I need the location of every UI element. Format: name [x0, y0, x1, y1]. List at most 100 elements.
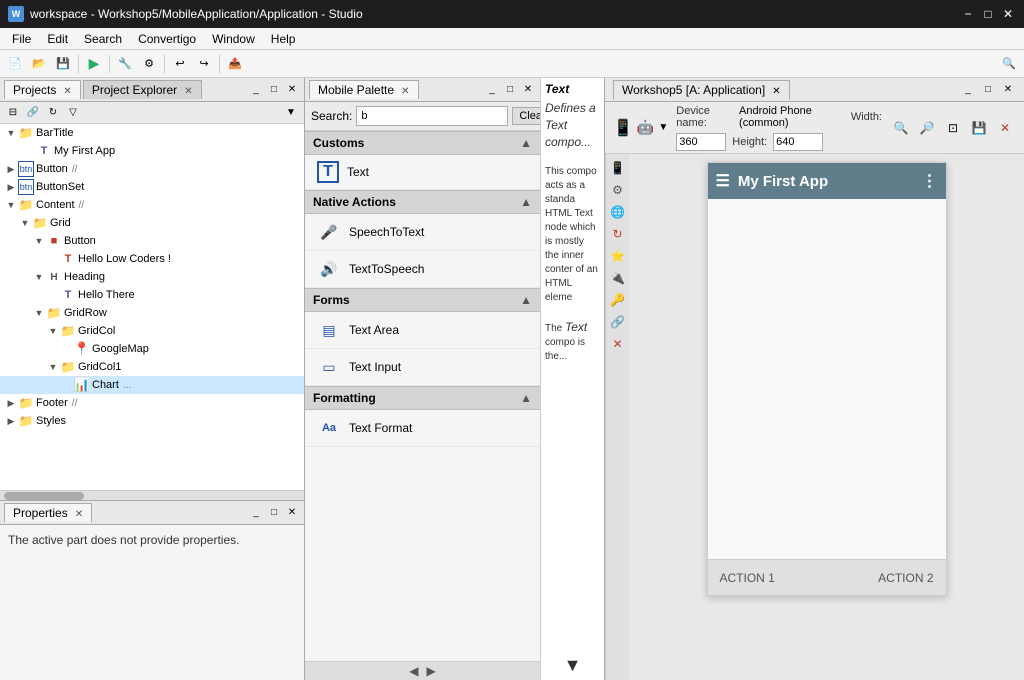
- close-button[interactable]: ✕: [1000, 6, 1016, 22]
- tree-item-gridcol1[interactable]: ▼ 📁 GridCol1: [0, 358, 304, 376]
- phone-mockup: ☰ My First App ⋮ ACTION 1 ACTION 2: [707, 162, 947, 596]
- section-customs[interactable]: Customs ▲: [305, 131, 540, 155]
- maximize-preview[interactable]: □: [980, 82, 996, 98]
- fit-button[interactable]: ⊡: [942, 117, 964, 139]
- tree-item-bartitle[interactable]: ▼ 📁 BarTitle: [0, 124, 304, 142]
- side-icon-link[interactable]: 🔗: [608, 312, 628, 332]
- tree-horizontal-scrollbar[interactable]: [0, 490, 304, 500]
- minimize-preview[interactable]: _: [960, 82, 976, 98]
- tree-item-content[interactable]: ▼ 📁 Content //: [0, 196, 304, 214]
- tree-item-heading[interactable]: ▼ H Heading: [0, 268, 304, 286]
- side-icon-plugin[interactable]: 🔌: [608, 268, 628, 288]
- scroll-right[interactable]: ▶: [427, 664, 436, 678]
- toolbar-search[interactable]: 🔍: [998, 53, 1020, 75]
- tree-item-hello-low-coders[interactable]: T Hello Low Coders !: [0, 250, 304, 268]
- palette-item-text-input[interactable]: ▭ Text Input: [305, 349, 540, 386]
- side-icon-2[interactable]: ⚙: [608, 180, 628, 200]
- maximize-props-panel[interactable]: □: [266, 505, 282, 521]
- toolbar-btn1[interactable]: 🔧: [114, 53, 136, 75]
- title-bar: W workspace - Workshop5/MobileApplicatio…: [0, 0, 1024, 28]
- side-icon-star[interactable]: ⭐: [608, 246, 628, 266]
- close-palette-tab[interactable]: ✕: [401, 86, 409, 97]
- preview-action-buttons: 🔍 🔎 ⊡ 💾 ✕: [890, 117, 1016, 139]
- tree-item-myfirstapp[interactable]: T My First App: [0, 142, 304, 160]
- palette-item-text-to-speech[interactable]: 🔊 TextToSpeech: [305, 251, 540, 288]
- scroll-left[interactable]: ◀: [409, 664, 418, 678]
- minimize-left-panel[interactable]: _: [248, 82, 264, 98]
- close-properties-tab[interactable]: ✕: [75, 509, 83, 520]
- save-preview-button[interactable]: 💾: [968, 117, 990, 139]
- side-icon-1[interactable]: 📱: [608, 158, 628, 178]
- tree-item-button[interactable]: ▶ btn Button //: [0, 160, 304, 178]
- toolbar-run[interactable]: ▶: [83, 53, 105, 75]
- project-tree[interactable]: ▼ 📁 BarTitle T My First App ▶ btn Button…: [0, 124, 304, 490]
- tree-item-chart[interactable]: 📊 Chart ...: [0, 376, 304, 394]
- close-preview-tab[interactable]: ✕: [772, 86, 780, 97]
- collapse-all[interactable]: ⊟: [4, 104, 22, 122]
- tree-menu[interactable]: ▼: [282, 104, 300, 122]
- section-forms[interactable]: Forms ▲: [305, 288, 540, 312]
- maximize-palette[interactable]: □: [502, 82, 518, 98]
- toolbar-btn4[interactable]: ↪: [193, 53, 215, 75]
- mobile-palette-panel: Mobile Palette ✕ _ □ ✕ Search: Clear: [305, 78, 540, 680]
- tab-properties[interactable]: Properties ✕: [4, 503, 92, 522]
- tree-item-buttonset[interactable]: ▶ btn ButtonSet: [0, 178, 304, 196]
- close-projects-tab[interactable]: ✕: [63, 86, 71, 97]
- link-editor[interactable]: 🔗: [24, 104, 42, 122]
- palette-item-text-format[interactable]: Aa Text Format: [305, 410, 540, 447]
- toolbar-btn2[interactable]: ⚙: [138, 53, 160, 75]
- menu-edit[interactable]: Edit: [39, 30, 76, 48]
- tab-workshop5[interactable]: Workshop5 [A: Application] ✕: [613, 80, 790, 100]
- refresh-tree[interactable]: ↻: [44, 104, 62, 122]
- tab-projects[interactable]: Projects ✕: [4, 80, 81, 99]
- device-selector-arrow[interactable]: ▼: [658, 122, 668, 133]
- tab-project-explorer[interactable]: Project Explorer ✕: [83, 80, 202, 99]
- menu-search[interactable]: Search: [76, 30, 130, 48]
- toolbar-open[interactable]: 📂: [28, 53, 50, 75]
- tree-item-gridcol[interactable]: ▼ 📁 GridCol: [0, 322, 304, 340]
- desc-scroll-down[interactable]: ▼: [545, 655, 600, 676]
- toolbar-export[interactable]: 📤: [224, 53, 246, 75]
- tree-item-googlemap[interactable]: 📍 GoogleMap: [0, 340, 304, 358]
- tree-item-hello-there[interactable]: T Hello There: [0, 286, 304, 304]
- close-left-panel[interactable]: ✕: [284, 82, 300, 98]
- toolbar-btn3[interactable]: ↩: [169, 53, 191, 75]
- toolbar-save[interactable]: 💾: [52, 53, 74, 75]
- tree-item-styles[interactable]: ▶ 📁 Styles: [0, 412, 304, 430]
- close-preview[interactable]: ✕: [1000, 82, 1016, 98]
- side-icon-close-red[interactable]: ✕: [608, 334, 628, 354]
- palette-item-text-area[interactable]: ▤ Text Area: [305, 312, 540, 349]
- close-preview-button[interactable]: ✕: [994, 117, 1016, 139]
- minimize-button[interactable]: −: [960, 6, 976, 22]
- tree-item-gridrow[interactable]: ▼ 📁 GridRow: [0, 304, 304, 322]
- maximize-left-panel[interactable]: □: [266, 82, 282, 98]
- menu-window[interactable]: Window: [204, 30, 263, 48]
- palette-search-input[interactable]: [356, 106, 508, 126]
- palette-item-text[interactable]: T Text: [305, 155, 540, 190]
- minimize-palette[interactable]: _: [484, 82, 500, 98]
- tree-item-grid[interactable]: ▼ 📁 Grid: [0, 214, 304, 232]
- section-native-actions[interactable]: Native Actions ▲: [305, 190, 540, 214]
- zoom-in-button[interactable]: 🔍: [890, 117, 912, 139]
- tab-mobile-palette[interactable]: Mobile Palette ✕: [309, 80, 419, 99]
- toolbar-new[interactable]: 📄: [4, 53, 26, 75]
- close-props-panel[interactable]: ✕: [284, 505, 300, 521]
- width-input[interactable]: [676, 133, 726, 151]
- menu-file[interactable]: File: [4, 30, 39, 48]
- height-input[interactable]: [773, 133, 823, 151]
- close-palette[interactable]: ✕: [520, 82, 536, 98]
- menu-help[interactable]: Help: [263, 30, 304, 48]
- side-icon-key[interactable]: 🔑: [608, 290, 628, 310]
- section-formatting[interactable]: Formatting ▲: [305, 386, 540, 410]
- palette-item-speech-to-text[interactable]: 🎤 SpeechToText: [305, 214, 540, 251]
- close-explorer-tab[interactable]: ✕: [184, 86, 192, 97]
- zoom-out-button[interactable]: 🔎: [916, 117, 938, 139]
- menu-convertigo[interactable]: Convertigo: [130, 30, 204, 48]
- filter-tree[interactable]: ▽: [64, 104, 82, 122]
- tree-item-button-red[interactable]: ▼ ■ Button: [0, 232, 304, 250]
- tree-item-footer[interactable]: ▶ 📁 Footer //: [0, 394, 304, 412]
- maximize-button[interactable]: □: [980, 6, 996, 22]
- minimize-props-panel[interactable]: _: [248, 505, 264, 521]
- side-icon-refresh[interactable]: ↻: [608, 224, 628, 244]
- side-icon-globe[interactable]: 🌐: [608, 202, 628, 222]
